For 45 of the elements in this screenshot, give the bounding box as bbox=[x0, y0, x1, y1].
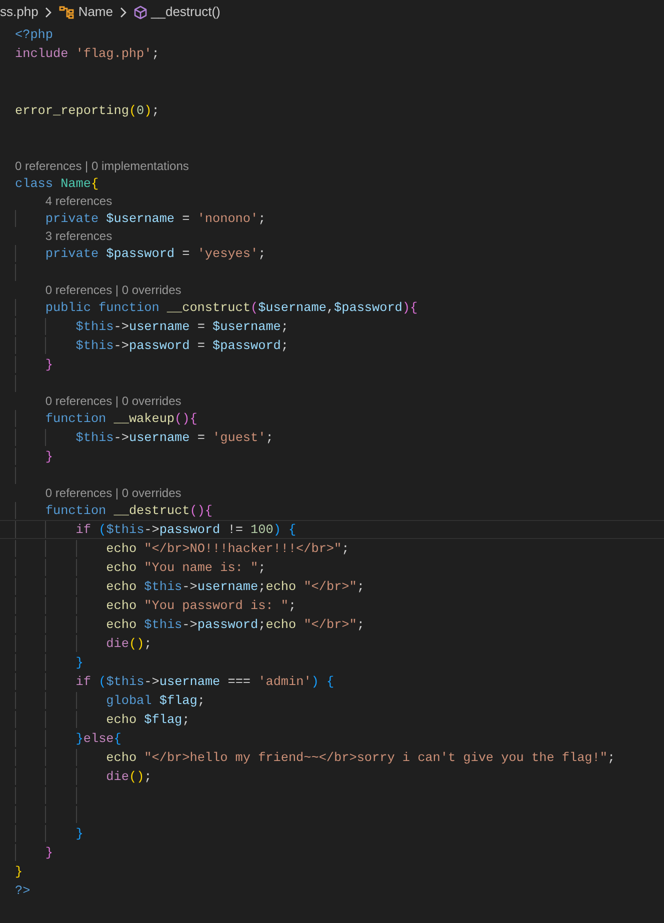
code-line: if ($this->password != 100) { bbox=[76, 521, 296, 538]
code-line: $this->password = $password; bbox=[76, 337, 288, 354]
code-line: die(); bbox=[106, 635, 152, 652]
cube-icon bbox=[133, 4, 148, 20]
code-line: echo $this->username;echo "</br>"; bbox=[106, 578, 364, 595]
code-line: } bbox=[76, 825, 84, 842]
code-line: $this->username = $username; bbox=[76, 318, 288, 335]
chevron-right-icon bbox=[119, 6, 127, 18]
code-line: function __wakeup(){ bbox=[45, 410, 198, 427]
class-icon bbox=[58, 4, 76, 20]
code-line: }else{ bbox=[76, 730, 122, 747]
code-line: ?> bbox=[15, 882, 30, 899]
code-line: } bbox=[45, 356, 53, 373]
codelens-text[interactable]: 4 references bbox=[45, 193, 112, 209]
code-line: public function __construct($username,$password){ bbox=[45, 299, 418, 316]
chevron-right-icon bbox=[44, 6, 52, 18]
code-line: } bbox=[76, 654, 84, 671]
code-line: private $password = 'yesyes'; bbox=[45, 245, 266, 262]
code-line: function __destruct(){ bbox=[45, 502, 212, 519]
codelens-text[interactable]: 0 references | 0 overrides bbox=[45, 485, 182, 501]
code-line: error_reporting(0); bbox=[15, 102, 160, 119]
code-line: echo $flag; bbox=[106, 711, 190, 728]
code-line: echo "</br>hello my friend~~</br>sorry i can't give you the flag!"; bbox=[106, 749, 616, 766]
code-line: } bbox=[45, 844, 53, 861]
code-line: echo "</br>NO!!!hacker!!!</br>"; bbox=[106, 540, 350, 557]
code-line: echo $this->password;echo "</br>"; bbox=[106, 616, 364, 633]
codelens-text[interactable]: 0 references | 0 overrides bbox=[45, 282, 182, 298]
code-line: global $flag; bbox=[106, 692, 205, 709]
code-line: <?php bbox=[15, 26, 53, 43]
code-line: private $username = 'nonono'; bbox=[45, 210, 266, 227]
code-line: } bbox=[45, 448, 53, 465]
code-line: echo "You password is: "; bbox=[106, 597, 296, 614]
code-line: die(); bbox=[106, 768, 152, 785]
breadcrumb-item[interactable]: __destruct() bbox=[151, 2, 220, 22]
code-line: if ($this->username === 'admin') { bbox=[76, 673, 334, 690]
code-line: } bbox=[15, 863, 23, 880]
code-line: $this->username = 'guest'; bbox=[76, 429, 274, 446]
codelens-text[interactable]: 3 references bbox=[45, 228, 112, 244]
code-line: echo "You name is: "; bbox=[106, 559, 266, 576]
code-line: include 'flag.php'; bbox=[15, 45, 160, 62]
codelens-text[interactable]: 0 references | 0 overrides bbox=[45, 393, 182, 409]
breadcrumb-item[interactable]: Name bbox=[78, 2, 113, 22]
breadcrumb-item[interactable]: ss.php bbox=[0, 2, 38, 22]
codelens-text[interactable]: 0 references | 0 implementations bbox=[15, 158, 189, 174]
code-line: class Name{ bbox=[15, 175, 99, 192]
